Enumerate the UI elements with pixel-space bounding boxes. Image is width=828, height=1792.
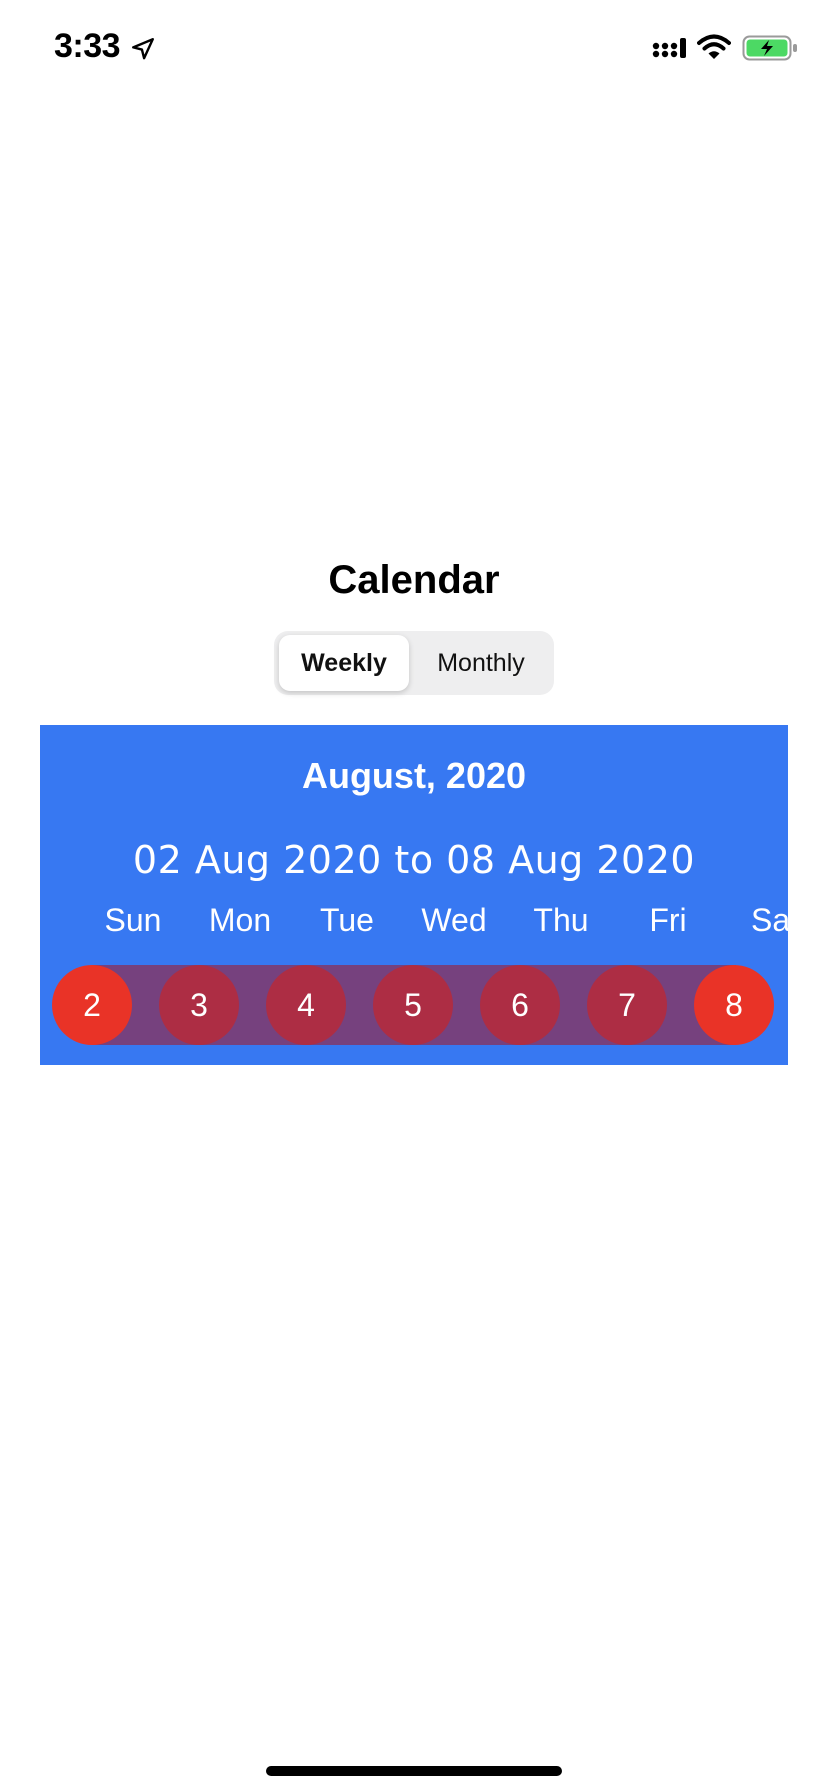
- view-mode-segmented-control: Weekly Monthly: [274, 631, 554, 695]
- week-range-label: 02 Aug 2020 to 08 Aug 2020: [132, 838, 696, 882]
- calendar-panel: August, 2020 02 Aug 2020 to 08 Aug 2020 …: [40, 725, 799, 1065]
- weekday-wed: Wed: [421, 902, 487, 938]
- day-3[interactable]: 3: [159, 965, 239, 1045]
- weekday-thu: Thu: [533, 902, 589, 938]
- weekday-sun: Sun: [104, 902, 162, 938]
- weekday-fri: Fri: [649, 902, 687, 938]
- home-indicator[interactable]: [266, 1766, 562, 1776]
- status-bar: 3:33: [0, 0, 828, 100]
- segment-monthly[interactable]: Monthly: [412, 635, 550, 691]
- week-days-row: 2 3 4 5 6 7 8: [52, 965, 776, 1045]
- location-arrow-icon: [132, 38, 154, 60]
- battery-charging-icon: [742, 35, 797, 61]
- day-6[interactable]: 6: [480, 965, 560, 1045]
- month-label: August, 2020: [301, 755, 527, 796]
- weekday-mon: Mon: [208, 902, 272, 938]
- day-5[interactable]: 5: [373, 965, 453, 1045]
- segment-weekly[interactable]: Weekly: [279, 635, 409, 691]
- page-title: Calendar: [328, 558, 500, 602]
- weekday-header-row: Sun Mon Tue Wed Thu Fri Sat: [40, 902, 799, 942]
- weekday-sat: Sat: [750, 902, 800, 938]
- status-time: 3:33: [54, 27, 121, 65]
- day-2[interactable]: 2: [52, 965, 132, 1045]
- weekday-tue: Tue: [320, 902, 374, 938]
- day-8[interactable]: 8: [694, 965, 774, 1045]
- day-7[interactable]: 7: [587, 965, 667, 1045]
- cellular-signal-icon: [652, 38, 686, 58]
- day-4[interactable]: 4: [266, 965, 346, 1045]
- wifi-icon: [697, 34, 731, 59]
